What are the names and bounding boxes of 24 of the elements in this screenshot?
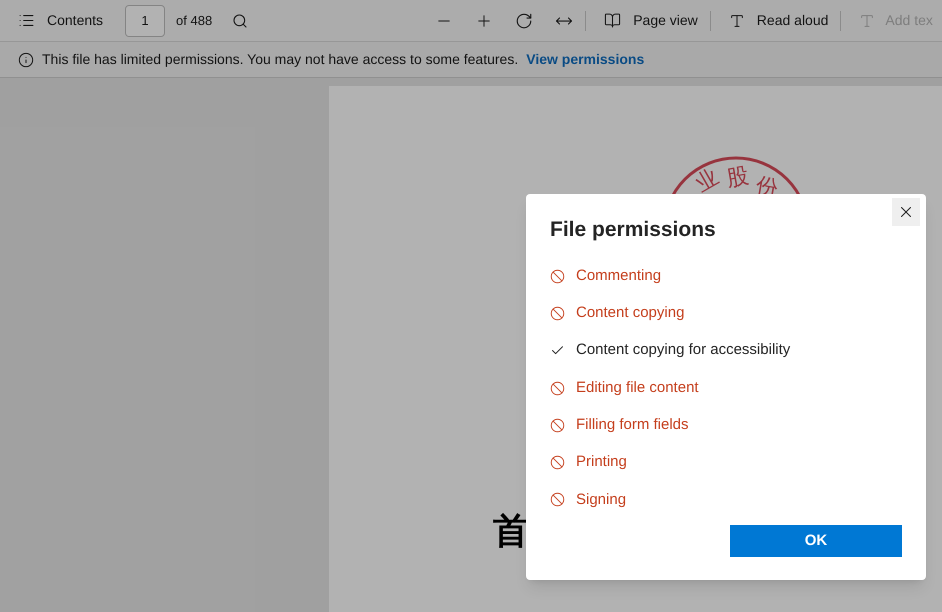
list-icon	[18, 12, 35, 29]
permission-label: Signing	[576, 490, 626, 510]
permission-label: Editing file content	[576, 378, 699, 398]
view-permissions-link[interactable]: View permissions	[526, 49, 644, 70]
permission-label: Content copying for accessibility	[576, 340, 790, 360]
rotate-icon[interactable]	[515, 12, 534, 30]
page-count: of 488	[176, 12, 212, 30]
permission-label: Content copying	[576, 303, 684, 324]
info-message: This file has limited permissions. You may not have access to some features.	[42, 50, 518, 69]
search-icon[interactable]	[232, 12, 248, 28]
permission-label: Printing	[576, 452, 627, 472]
close-button[interactable]	[892, 198, 920, 226]
info-icon	[18, 52, 34, 68]
text-box-icon	[859, 12, 876, 28]
book-icon	[604, 12, 622, 29]
contents-button[interactable]: Contents	[18, 10, 104, 31]
document-title: 首	[493, 509, 529, 553]
read-aloud-button[interactable]: Read aloud	[728, 10, 828, 31]
dialog-title: File permissions	[550, 217, 717, 243]
page-number-field[interactable]: 1	[125, 4, 166, 36]
permission-label: Filling form fields	[576, 415, 689, 436]
permission-label: Commenting	[576, 266, 662, 286]
page-view-button[interactable]: Page view	[604, 10, 698, 31]
ok-button[interactable]: OK	[730, 525, 902, 557]
